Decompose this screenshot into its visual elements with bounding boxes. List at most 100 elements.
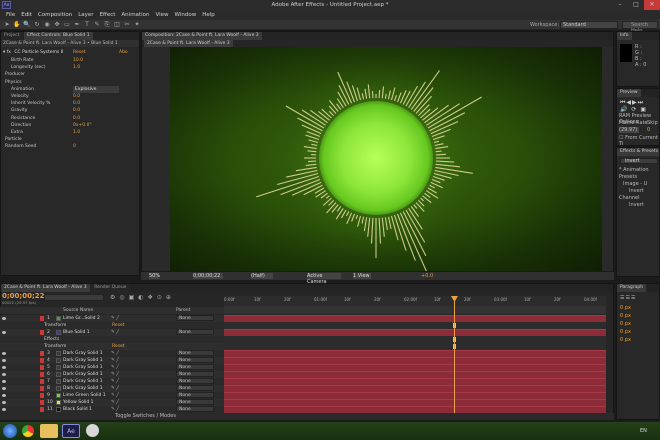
reset-link[interactable]: Reset xyxy=(73,49,86,56)
eye-icon[interactable] xyxy=(2,317,6,320)
layer-name[interactable]: Dark Gray Solid 1 xyxy=(63,364,103,371)
playback-controls-2[interactable]: 🔊 ⟳ ▣ xyxy=(620,106,647,113)
settings-icon[interactable] xyxy=(86,424,99,437)
label-color-swatch[interactable] xyxy=(40,400,44,405)
param-value[interactable]: 0.0 xyxy=(73,100,80,107)
layer-name[interactable]: Dark Gray Solid 1 xyxy=(63,357,103,364)
param-row[interactable]: Longevity (sec) 1.0 xyxy=(11,64,141,71)
after-effects-icon[interactable]: Ae xyxy=(62,424,80,438)
eye-icon[interactable] xyxy=(2,394,6,397)
label-color-swatch[interactable] xyxy=(40,393,44,398)
brush-icon[interactable]: ✎ xyxy=(93,21,101,28)
skip-value[interactable]: 0 xyxy=(647,127,650,133)
paragraph-value[interactable]: 0 px xyxy=(620,336,631,344)
rotate-icon[interactable]: ↻ xyxy=(33,21,41,28)
eye-icon[interactable] xyxy=(2,366,6,369)
tab-render-queue[interactable]: Render Queue xyxy=(91,284,130,292)
alignment-buttons[interactable]: ☰☰☰ xyxy=(620,295,636,301)
maximize-button[interactable]: □ xyxy=(628,0,644,10)
pan-behind-icon[interactable]: ✥ xyxy=(53,21,61,28)
zoom-select[interactable]: 50% xyxy=(149,273,160,279)
param-row[interactable]: Velocity 0.0 xyxy=(11,93,141,100)
eye-icon[interactable] xyxy=(2,373,6,376)
param-value[interactable]: 10.0 xyxy=(73,57,83,64)
camera-icon[interactable]: ◉ xyxy=(43,21,51,28)
effects-tree-item[interactable]: Channel xyxy=(619,195,659,202)
eraser-icon[interactable]: ◫ xyxy=(113,21,121,28)
menu-composition[interactable]: Composition xyxy=(38,12,72,18)
eye-icon[interactable] xyxy=(2,401,6,404)
switches-icon[interactable]: ✎ ╱ xyxy=(111,357,119,364)
label-color-swatch[interactable] xyxy=(40,330,44,335)
tab-effects-presets[interactable]: Effects & Presets xyxy=(617,148,659,156)
frame-rate-select[interactable]: (29.97) xyxy=(619,127,639,133)
layer-row[interactable]: 10 Yellow Solid 1 ✎ ╱ None xyxy=(0,399,224,406)
layer-name[interactable]: Dark Gray Solid 1 xyxy=(63,378,103,385)
timeline-switches[interactable]: ⚙◎▣◐❖⊙⊕ xyxy=(110,294,222,301)
effects-tree-item[interactable]: * Animation Presets xyxy=(619,167,659,181)
param-value[interactable]: Explosive xyxy=(73,85,119,93)
layer-row[interactable]: 8 Dark Gray Solid 1 ✎ ╱ None xyxy=(0,385,224,392)
label-color-swatch[interactable] xyxy=(40,407,44,412)
work-area-bar[interactable] xyxy=(224,306,606,314)
menu-window[interactable]: Window xyxy=(175,12,197,18)
effects-tree-item[interactable]: Image - U xyxy=(619,181,659,188)
label-color-swatch[interactable] xyxy=(40,372,44,377)
tab-project[interactable]: Project xyxy=(1,32,23,40)
layer-name[interactable]: Lime Gr...Solid 2 xyxy=(63,315,100,322)
timeline-timecode[interactable]: 0;00;00;22 xyxy=(2,292,45,300)
effect-header-row[interactable]: ▾ fx CC Particle Systems II Reset Abo xyxy=(3,49,139,56)
param-value[interactable]: 0 xyxy=(73,143,76,150)
param-value[interactable]: 1.0 xyxy=(73,129,80,136)
tab-info[interactable]: Info xyxy=(617,32,632,40)
layer-name[interactable]: Lime Green Solid 1 xyxy=(63,392,106,399)
param-value[interactable]: 1.0 xyxy=(73,64,80,71)
parent-select[interactable]: None xyxy=(176,315,214,321)
label-color-swatch[interactable] xyxy=(40,379,44,384)
label-color-swatch[interactable] xyxy=(40,316,44,321)
eye-icon[interactable] xyxy=(2,359,6,362)
toggle-switches-modes[interactable]: Toggle Switches / Modes xyxy=(115,413,176,420)
param-value[interactable]: 0x+0.0° xyxy=(73,122,92,129)
reset-link[interactable]: Reset xyxy=(112,322,125,329)
tab-timeline-comp[interactable]: 2Case & Point ft. Lara Woolf - Alive 3 xyxy=(1,284,90,292)
param-row[interactable]: Animation Explosive xyxy=(11,85,141,93)
switches-icon[interactable]: ✎ ╱ xyxy=(111,406,119,413)
layer-row[interactable]: 3 Dark Gray Solid 1 ✎ ╱ None xyxy=(0,350,224,357)
layer-row[interactable]: 2 Blue Solid 1 ✎ ╱ None xyxy=(0,329,224,336)
menu-view[interactable]: View xyxy=(155,12,168,18)
param-row[interactable]: Producer xyxy=(5,71,135,78)
selection-icon[interactable]: ➤ xyxy=(3,21,11,28)
layer-name[interactable]: Black Solid 1 xyxy=(63,406,92,413)
parent-select[interactable]: None xyxy=(176,385,214,391)
param-row[interactable]: Particle xyxy=(5,136,135,143)
switches-icon[interactable]: ✎ ╱ xyxy=(111,392,119,399)
start-button[interactable] xyxy=(3,424,17,438)
param-row[interactable]: Direction 0x+0.0° xyxy=(11,122,141,129)
minimize-button[interactable]: – xyxy=(612,0,628,10)
layer-property-row[interactable]: Effects xyxy=(0,336,224,343)
layer-name[interactable]: Blue Solid 1 xyxy=(63,329,90,336)
param-value[interactable]: 0.0 xyxy=(73,107,80,114)
parent-select[interactable]: None xyxy=(176,371,214,377)
layer-property-row[interactable]: Transform Reset xyxy=(0,343,224,350)
label-color-swatch[interactable] xyxy=(40,351,44,356)
tab-preview[interactable]: Preview xyxy=(617,89,641,97)
clone-icon[interactable]: ⎘ xyxy=(103,21,111,28)
parent-select[interactable]: None xyxy=(176,392,214,398)
parent-select[interactable]: None xyxy=(176,357,214,363)
switches-icon[interactable]: ✎ ╱ xyxy=(111,378,119,385)
layer-row[interactable]: 7 Dark Gray Solid 1 ✎ ╱ None xyxy=(0,378,224,385)
menu-help[interactable]: Help xyxy=(202,12,215,18)
param-row[interactable]: Extra 1.0 xyxy=(11,129,141,136)
camera-select[interactable]: Active Camera xyxy=(307,273,341,285)
parent-select[interactable]: None xyxy=(176,329,214,335)
param-value[interactable]: 0.0 xyxy=(73,115,80,122)
timecode-display[interactable]: 0;00;00;22 xyxy=(193,273,223,279)
layer-property-row[interactable]: Transform Reset xyxy=(0,322,224,329)
from-current-checkbox[interactable]: ☐ From Current Ti xyxy=(619,135,659,147)
exposure-value[interactable]: +0.0 xyxy=(421,273,433,279)
current-time-indicator[interactable] xyxy=(454,296,455,420)
switches-icon[interactable]: ✎ ╱ xyxy=(111,399,119,406)
layer-name[interactable]: Dark Gray Solid 1 xyxy=(63,350,103,357)
